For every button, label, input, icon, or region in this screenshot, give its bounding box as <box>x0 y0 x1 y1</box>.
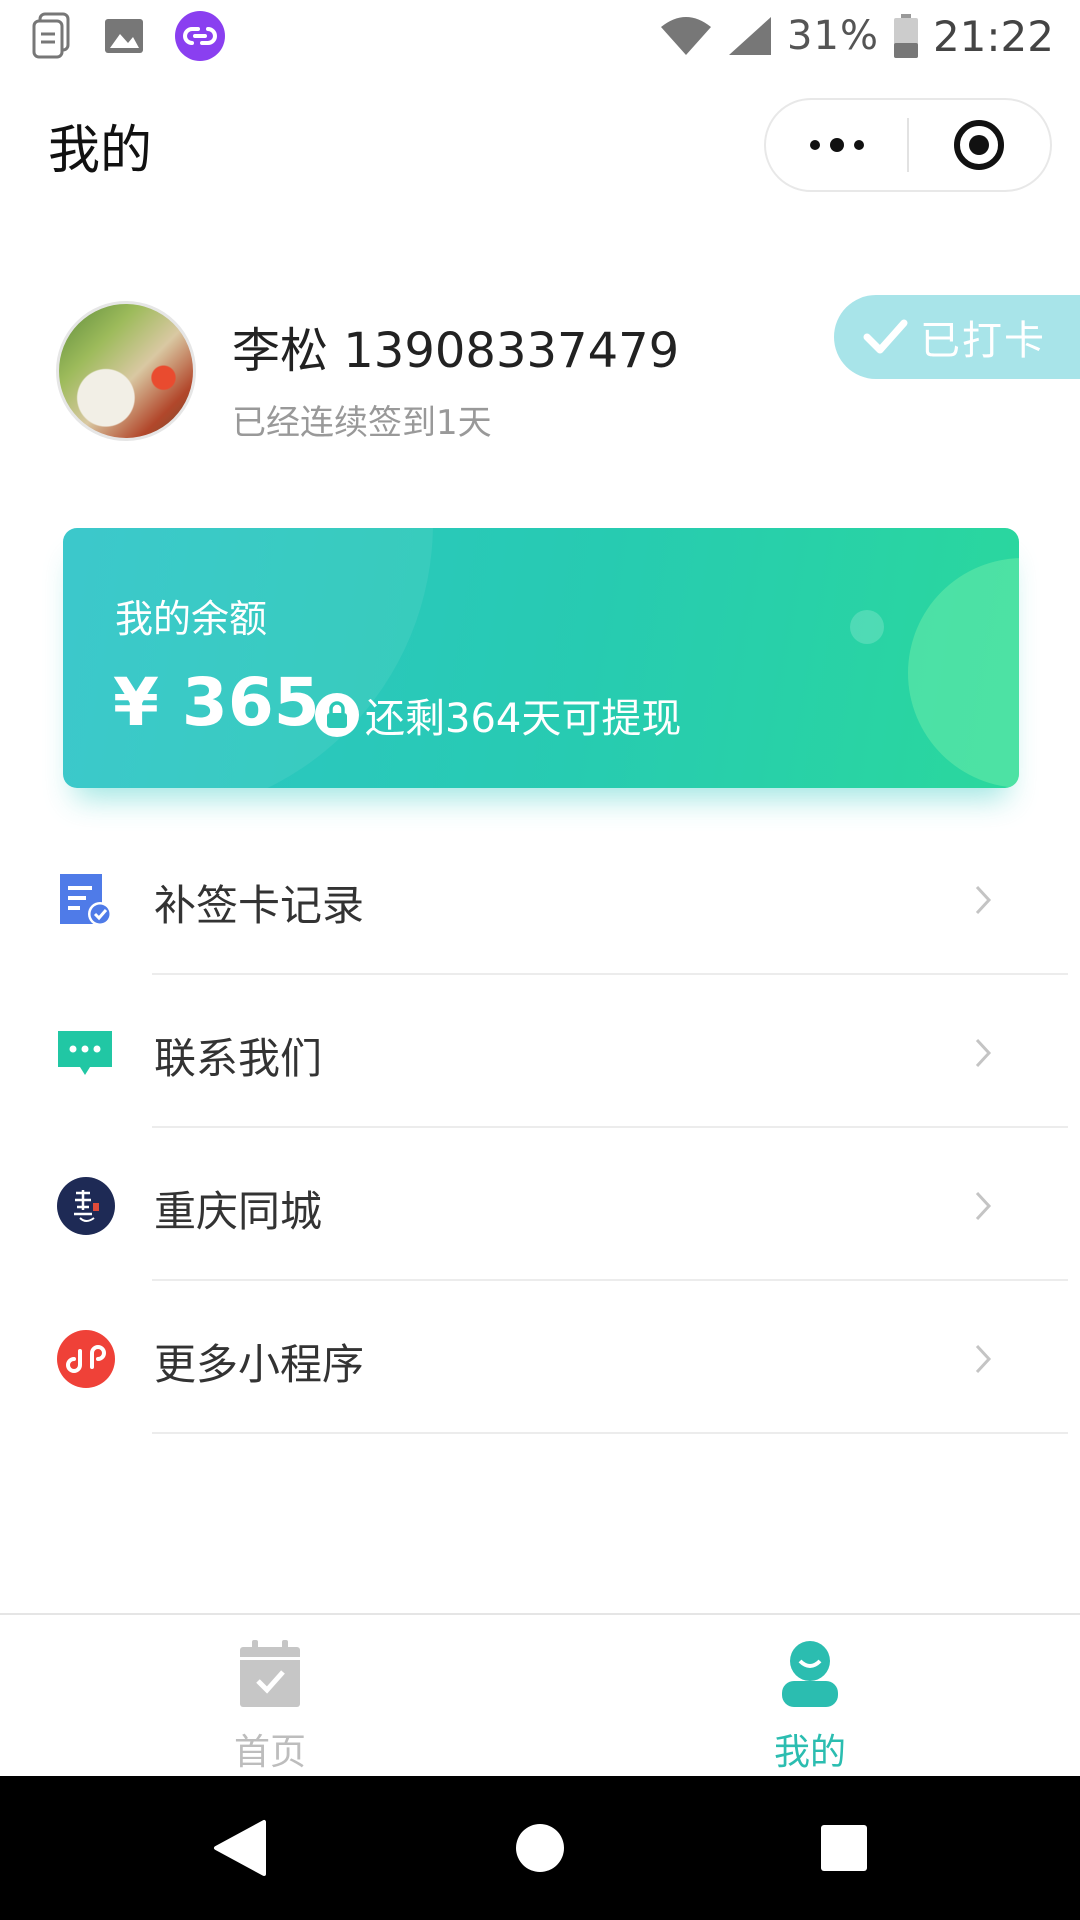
avatar[interactable] <box>56 301 196 441</box>
balance-label: 我的余额 <box>115 597 268 641</box>
withdraw-text: 还剩364天可提现 <box>365 696 682 742</box>
menu-item-label: 联系我们 <box>154 1034 323 1083</box>
lock-icon <box>315 693 359 737</box>
more-button[interactable] <box>766 100 907 190</box>
menu-item-label: 更多小程序 <box>154 1340 365 1389</box>
chevron-right-icon <box>975 885 992 915</box>
screen: 31% 21:22 我的 李松 13908337479 已经连续签到1天 已打卡… <box>0 0 1080 1920</box>
checked-in-label: 已打卡 <box>920 318 1046 364</box>
chevron-right-icon <box>975 1344 992 1374</box>
close-button[interactable] <box>909 100 1050 190</box>
profile-section: 李松 13908337479 已经连续签到1天 已打卡 <box>0 295 1080 445</box>
link-app-icon <box>175 11 225 61</box>
menu-item-contact-us[interactable]: 联系我们 <box>0 975 1080 1128</box>
balance-card[interactable]: 我的余额 ¥ 365 还剩364天可提现 <box>63 528 1019 788</box>
divider <box>152 1432 1068 1434</box>
back-icon[interactable] <box>210 1818 270 1878</box>
checked-in-badge[interactable]: 已打卡 <box>834 295 1080 379</box>
menu-list: 补签卡记录 联系我们 重庆同城 更多小程序 <box>0 822 1080 1434</box>
image-icon <box>105 19 143 53</box>
signal-icon <box>729 17 772 55</box>
chat-bubble-icon <box>58 1031 112 1075</box>
card-decoration <box>63 528 433 788</box>
mini-program-capsule <box>764 98 1052 192</box>
system-nav-bar <box>0 1776 1080 1920</box>
recents-icon[interactable] <box>814 1818 874 1878</box>
card-decoration <box>908 558 1019 788</box>
home-icon[interactable] <box>510 1818 570 1878</box>
battery-icon <box>893 14 918 58</box>
more-dots-icon <box>809 138 864 152</box>
page-title: 我的 <box>48 121 153 181</box>
tab-bar: 首页 我的 <box>0 1613 1080 1775</box>
menu-item-chongqing-local[interactable]: 重庆同城 <box>0 1128 1080 1281</box>
card-decoration <box>850 610 884 644</box>
chevron-right-icon <box>975 1191 992 1221</box>
clock: 21:22 <box>932 11 1054 61</box>
chevron-right-icon <box>975 1038 992 1068</box>
status-bar: 31% 21:22 <box>0 0 1080 72</box>
menu-item-label: 补签卡记录 <box>154 881 365 930</box>
battery-percent: 31% <box>787 13 879 59</box>
tab-label: 我的 <box>773 1732 846 1773</box>
chongqing-logo-icon <box>57 1177 115 1235</box>
tab-mine[interactable]: 我的 <box>540 1615 1080 1775</box>
check-icon <box>863 319 908 354</box>
wifi-icon <box>661 17 712 55</box>
record-doc-icon <box>60 874 112 926</box>
menu-item-makeup-card-record[interactable]: 补签卡记录 <box>0 822 1080 975</box>
file-icon <box>32 12 70 59</box>
user-name: 李松 13908337479 <box>232 323 680 379</box>
user-icon <box>782 1641 838 1707</box>
balance-amount: ¥ 365 <box>113 664 320 741</box>
tab-home[interactable]: 首页 <box>0 1615 540 1775</box>
menu-item-more-mini-programs[interactable]: 更多小程序 <box>0 1281 1080 1434</box>
target-close-icon <box>954 120 1005 170</box>
mini-program-icon <box>57 1330 115 1388</box>
header: 我的 <box>0 90 1080 200</box>
tab-label: 首页 <box>233 1732 306 1773</box>
checkin-streak: 已经连续签到1天 <box>232 403 492 443</box>
withdraw-note: 还剩364天可提现 <box>315 686 681 744</box>
calendar-check-icon <box>240 1640 300 1707</box>
menu-item-label: 重庆同城 <box>154 1187 323 1236</box>
